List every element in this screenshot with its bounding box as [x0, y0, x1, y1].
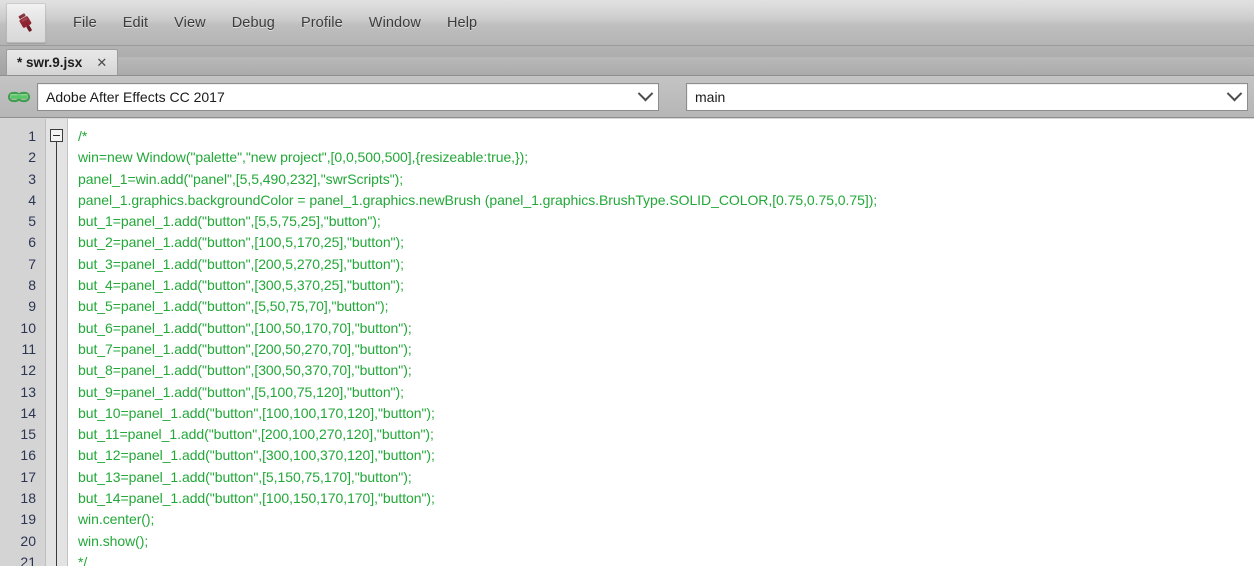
- line-number: 20: [20, 532, 36, 549]
- code-line: win.show();: [78, 532, 149, 549]
- line-number: 1: [28, 128, 36, 144]
- function-scope-combobox[interactable]: main: [686, 82, 1248, 111]
- code-line: but_4=panel_1.add("button",[300,5,370,25…: [78, 277, 404, 294]
- code-line: win.center();: [78, 511, 155, 528]
- target-toolbar: Adobe After Effects CC 2017 main: [0, 76, 1254, 118]
- code-line: but_11=panel_1.add("button",[200,100,270…: [78, 426, 434, 443]
- target-application-combobox[interactable]: Adobe After Effects CC 2017: [37, 82, 659, 111]
- fold-range-line: [56, 142, 57, 566]
- code-line: but_1=panel_1.add("button",[5,5,75,25],"…: [78, 213, 381, 230]
- extendscript-toolkit-window: File Edit View Debug Profile Window Help…: [0, 0, 1254, 566]
- line-number: 18: [20, 490, 36, 507]
- menu-items: File Edit View Debug Profile Window Help: [60, 0, 490, 45]
- chain-link-icon[interactable]: [6, 84, 32, 110]
- code-line: but_13=panel_1.add("button",[5,150,75,17…: [78, 468, 412, 485]
- menu-item-file[interactable]: File: [60, 10, 110, 36]
- line-number: 9: [28, 298, 36, 315]
- code-line: but_14=panel_1.add("button",[100,150,170…: [78, 490, 435, 507]
- code-line: panel_1=win.add("panel",[5,5,490,232],"s…: [78, 170, 404, 187]
- line-number: 5: [28, 213, 36, 230]
- code-line: win=new Window("palette","new project",[…: [78, 149, 529, 166]
- line-number: 8: [28, 277, 36, 294]
- line-number: 6: [28, 234, 36, 251]
- line-number: 17: [20, 468, 36, 485]
- line-number: 13: [20, 383, 36, 400]
- code-line: but_8=panel_1.add("button",[300,50,370,7…: [78, 362, 412, 379]
- code-text-area[interactable]: /* win=new Window("palette","new project"…: [68, 119, 1254, 566]
- menu-item-help[interactable]: Help: [434, 10, 490, 36]
- code-line: panel_1.graphics.backgroundColor = panel…: [78, 191, 878, 208]
- menu-item-debug[interactable]: Debug: [219, 10, 288, 36]
- line-number: 12: [20, 362, 36, 379]
- line-number-gutter: 12345678910111213141516171819202122: [0, 119, 46, 566]
- tab-label: * swr.9.jsx: [17, 55, 83, 70]
- chevron-down-icon[interactable]: [632, 84, 658, 110]
- line-number: 16: [20, 447, 36, 464]
- line-number: 2: [28, 149, 36, 166]
- target-application-value: Adobe After Effects CC 2017: [46, 88, 225, 105]
- menu-bar: File Edit View Debug Profile Window Help: [0, 0, 1254, 46]
- code-line: but_5=panel_1.add("button",[5,50,75,70],…: [78, 298, 389, 315]
- code-line: but_12=panel_1.add("button",[300,100,370…: [78, 447, 435, 464]
- function-scope-value: main: [695, 88, 726, 105]
- code-line: but_10=panel_1.add("button",[100,100,170…: [78, 404, 435, 421]
- chevron-down-icon[interactable]: [1221, 84, 1247, 110]
- line-number: 3: [28, 170, 36, 187]
- line-number: 15: [20, 426, 36, 443]
- line-number: 10: [20, 319, 36, 336]
- close-icon[interactable]: ✕: [92, 56, 111, 69]
- line-number: 4: [28, 191, 36, 208]
- code-line: but_3=panel_1.add("button",[200,5,270,25…: [78, 255, 404, 272]
- code-line: but_2=panel_1.add("button",[100,5,170,25…: [78, 234, 404, 251]
- code-line: */: [78, 553, 88, 566]
- collapse-minus-icon[interactable]: [50, 129, 63, 142]
- extendscript-toolkit-logo-icon: [18, 13, 32, 32]
- menu-item-profile[interactable]: Profile: [288, 10, 356, 36]
- line-number: 14: [20, 404, 36, 421]
- code-line: but_9=panel_1.add("button",[5,100,75,120…: [78, 383, 404, 400]
- document-tab-bar: * swr.9.jsx ✕: [0, 46, 1254, 76]
- app-logo-button[interactable]: [6, 3, 46, 43]
- code-line: but_7=panel_1.add("button",[200,50,270,7…: [78, 340, 412, 357]
- menu-item-edit[interactable]: Edit: [110, 10, 161, 36]
- line-number: 11: [21, 340, 36, 357]
- menu-item-window[interactable]: Window: [356, 10, 434, 36]
- line-number: 21: [20, 553, 36, 566]
- menu-item-view[interactable]: View: [161, 10, 219, 36]
- code-folding-column[interactable]: [46, 119, 68, 566]
- line-number: 19: [20, 511, 36, 528]
- code-line: /*: [78, 128, 88, 144]
- code-editor[interactable]: 12345678910111213141516171819202122 /*wi…: [0, 118, 1254, 566]
- code-line: but_6=panel_1.add("button",[100,50,170,7…: [78, 319, 412, 336]
- tab-swr9jsx[interactable]: * swr.9.jsx ✕: [6, 49, 119, 75]
- line-number: 7: [28, 255, 36, 272]
- tab-bar-empty-area: [118, 57, 1254, 75]
